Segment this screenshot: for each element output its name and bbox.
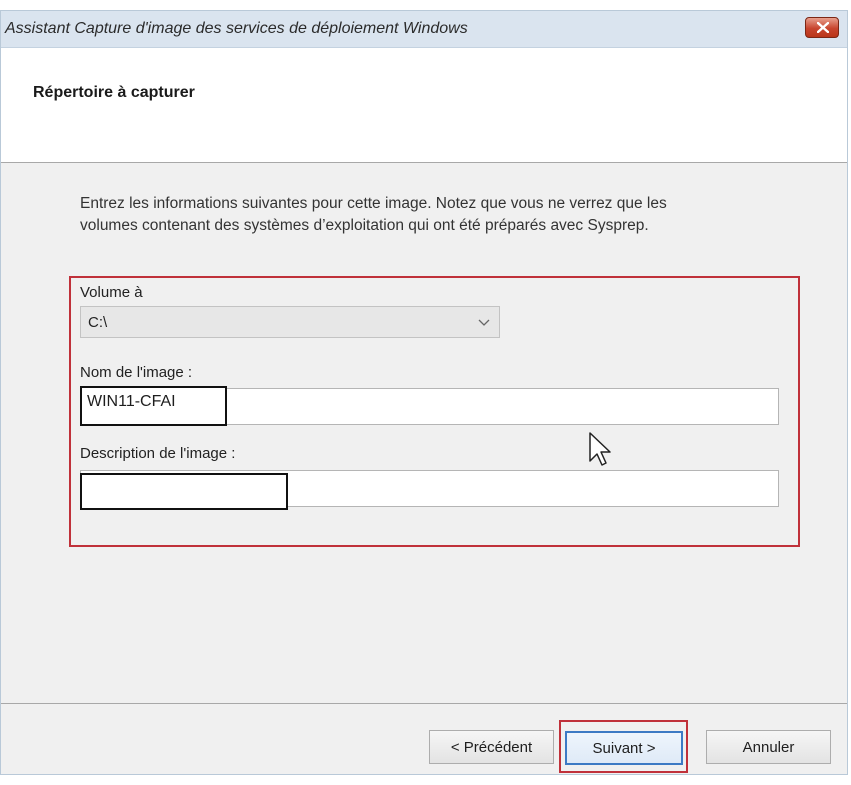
mouse-cursor-icon [589,432,611,466]
image-name-label: Nom de l'image : [80,364,193,381]
page-heading: Répertoire à capturer [33,84,195,101]
instructions-text: Entrez les informations suivantes pour c… [80,193,800,237]
image-name-value: WIN11-CFAI [87,393,176,410]
instructions-line-2: volumes contenant des systèmes d’exploit… [80,217,649,234]
volume-label: Volume à [80,284,143,301]
volume-selected-value: C:\ [88,314,108,331]
image-name-marker: WIN11-CFAI [80,386,227,426]
chevron-down-icon [478,319,490,326]
instructions-line-1: Entrez les informations suivantes pour c… [80,195,667,212]
image-description-label: Description de l'image : [80,445,236,462]
title-bar[interactable]: Assistant Capture d'image des services d… [1,11,847,48]
volume-select[interactable]: C:\ [80,306,500,338]
cancel-button[interactable]: Annuler [706,730,831,764]
close-icon [817,22,829,33]
wizard-header: Répertoire à capturer [1,48,847,163]
next-button-highlight [559,720,688,773]
close-button[interactable] [805,17,839,38]
window-title: Assistant Capture d'image des services d… [5,20,468,37]
footer-divider [1,703,847,704]
image-description-marker [80,473,288,510]
previous-button[interactable]: < Précédent [429,730,554,764]
